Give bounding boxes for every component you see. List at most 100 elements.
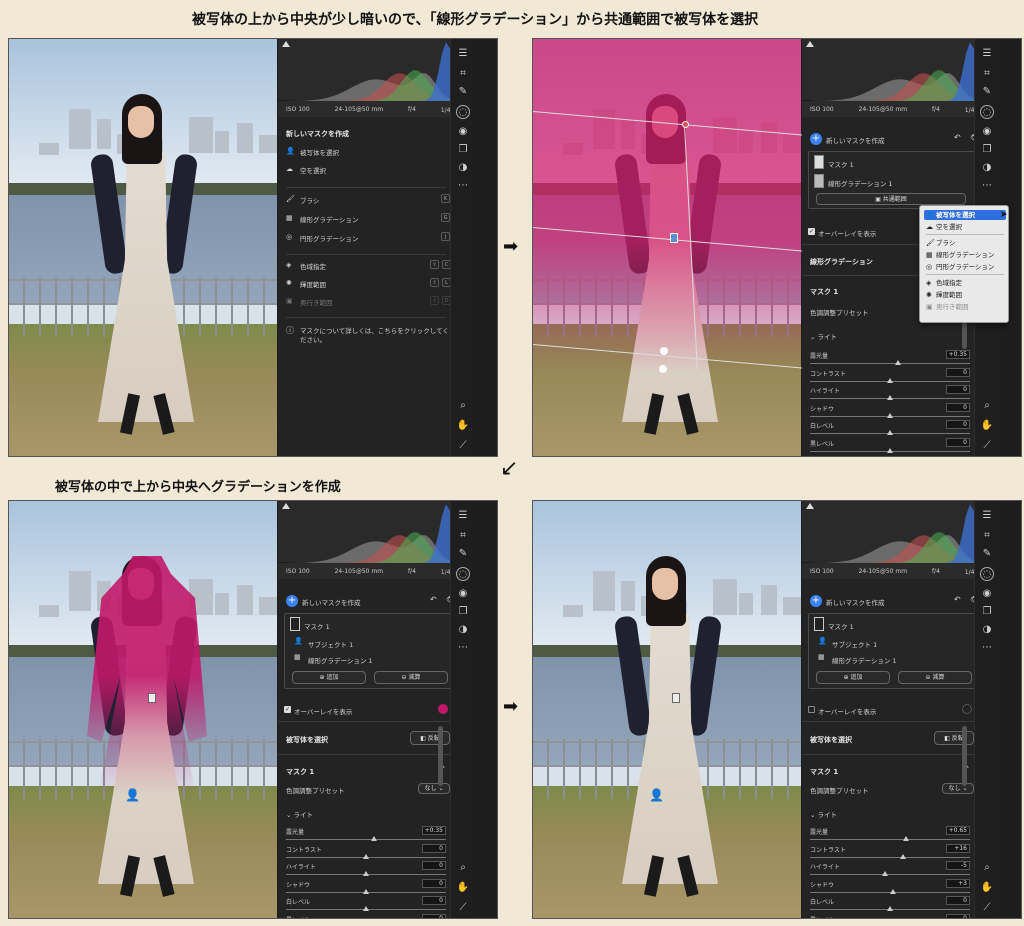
brush-icon[interactable]: ✎ [456,547,470,561]
sliders-icon[interactable]: ☰ [980,509,994,523]
slider-thumb[interactable] [890,888,897,894]
eye-icon[interactable]: ◉ [456,125,470,139]
mask-name[interactable]: マスク 1 [828,621,854,631]
brush-icon[interactable]: ✎ [980,85,994,99]
eyedropper-icon[interactable]: ⟋ [456,439,470,453]
create-mask-button[interactable]: + [286,595,298,607]
component-name[interactable]: 線形グラデーション 1 [308,655,373,665]
light-section-toggle[interactable]: ⌄ ライト [810,809,837,819]
subtract-button[interactable]: ⊖ 減算 [898,671,972,684]
popup-item-0[interactable]: 👤 被写体を選択 [924,210,1006,220]
overlay-checkbox[interactable]: ✓ [284,706,291,713]
more-icon[interactable]: ⋯ [980,179,994,193]
mask-thumbnail[interactable] [290,617,300,631]
invert-button[interactable]: ◧ 反転 [934,731,974,745]
mask-tool-0[interactable]: ブラシ [300,195,319,205]
slider-thumb[interactable] [887,430,893,435]
popup-item-2[interactable]: 🖌 ブラシ [924,238,1006,248]
hand-icon[interactable]: ✋ [456,419,470,433]
slider-value-input[interactable]: 0 [946,437,970,447]
eye-icon[interactable]: ◉ [980,587,994,601]
hand-icon[interactable]: ✋ [456,881,470,895]
slider-value-input[interactable]: 0 [422,861,446,870]
shadow-clipping-icon[interactable] [282,41,290,47]
slider-value-input[interactable]: 0 [422,913,446,918]
slider-track[interactable] [810,363,970,364]
slider-track[interactable] [810,874,970,875]
circles-icon[interactable]: ◑ [456,623,470,637]
gradient-center-pin[interactable] [670,233,678,243]
circles-icon[interactable]: ◑ [980,161,994,175]
overlay-color-swatch[interactable] [438,704,448,714]
slider-value-input[interactable]: 0 [946,367,970,377]
mask-option-0[interactable]: 被写体を選択 [300,147,339,157]
invert-button[interactable]: ◧ 反転 [410,731,450,745]
slider-thumb[interactable] [371,836,377,841]
undo-icon[interactable]: ↶ [954,596,961,604]
more-icon[interactable]: ⋯ [456,641,470,655]
light-section-toggle[interactable]: ⌄ ライト [286,809,313,819]
slider-thumb[interactable] [882,871,889,876]
mask-thumbnail[interactable] [814,155,824,169]
mask-option-1[interactable]: 空を選択 [300,165,326,175]
popup-item-5[interactable]: ◈ 色域指定 [924,278,1006,288]
component-name[interactable]: 線形グラデーション 1 [828,178,893,188]
create-mask-button[interactable]: + [810,133,822,145]
shadow-clipping-icon[interactable] [806,503,814,509]
overlay-checkbox[interactable] [808,706,815,713]
light-section-toggle[interactable]: ⌄ ライト [810,331,837,341]
more-icon[interactable]: ⋯ [456,179,470,193]
slider-thumb[interactable] [363,888,369,894]
slider-value-input[interactable]: 0 [422,896,446,905]
slider-thumb[interactable] [363,853,369,859]
slider-value-input[interactable]: 0 [946,402,970,412]
eye-icon[interactable]: ◉ [980,125,994,139]
zoom-icon[interactable]: ⌕ [456,399,470,413]
slider-value-input[interactable]: 0 [946,896,970,905]
sliders-icon[interactable]: ☰ [456,509,470,523]
photo-canvas[interactable] [9,39,277,456]
slider-value-input[interactable]: +16 [946,843,970,853]
preset-select[interactable]: なし ⌄ [942,783,974,794]
slider-track[interactable] [810,856,970,858]
help-link[interactable]: マスクについて詳しくは、こちらをクリックしてください。 [300,327,450,345]
popup-item-1[interactable]: ☁ 空を選択 [924,222,1006,232]
subject-pin-icon[interactable]: 👤 [649,789,664,801]
mask-name[interactable]: マスク 1 [304,621,330,631]
shadow-clipping-icon[interactable] [282,503,290,509]
mask-icon[interactable]: ◌ [456,567,470,581]
overlay-color-swatch[interactable] [962,704,972,714]
eyedropper-icon[interactable]: ⟋ [980,439,994,453]
gradient-edge-handle-2[interactable] [659,365,667,373]
brush-icon[interactable]: ✎ [980,547,994,561]
mask-tool-2[interactable]: 円形グラデーション [300,233,358,243]
slider-value-input[interactable]: -5 [946,861,970,870]
subtract-button[interactable]: ⊖ 減算 [374,671,448,684]
range-tool-2[interactable]: 奥行き範囲 [300,297,333,307]
slider-thumb[interactable] [895,360,901,365]
add-button[interactable]: ⊕ 追加 [292,671,366,684]
component-thumbnail[interactable] [814,174,824,188]
slider-track[interactable] [286,839,446,840]
more-icon[interactable]: ⋯ [980,641,994,655]
slider-thumb[interactable] [903,836,909,841]
hand-icon[interactable]: ✋ [980,419,994,433]
component-name[interactable]: 線形グラデーション 1 [832,655,897,665]
gradient-center-pin[interactable] [672,693,680,703]
slider-thumb[interactable] [887,447,893,453]
zoom-icon[interactable]: ⌕ [456,861,470,875]
copy-icon[interactable]: ❐ [456,143,470,157]
hand-icon[interactable]: ✋ [980,881,994,895]
subject-name[interactable]: サブジェクト 1 [308,639,353,649]
circles-icon[interactable]: ◑ [980,623,994,637]
slider-value-input[interactable]: 0 [422,843,446,853]
slider-thumb[interactable] [887,377,893,383]
popup-item-3[interactable]: ▦ 線形グラデーション [924,250,1006,260]
eyedropper-icon[interactable]: ⟋ [456,901,470,915]
gradient-rotate-handle[interactable] [682,121,689,128]
slider-value-input[interactable]: +0.65 [946,826,970,835]
slider-value-input[interactable]: +0.35 [422,826,446,835]
slider-value-input[interactable]: +0.35 [946,350,970,359]
crop-icon[interactable]: ⌗ [980,67,994,81]
photo-canvas[interactable] [533,501,801,918]
